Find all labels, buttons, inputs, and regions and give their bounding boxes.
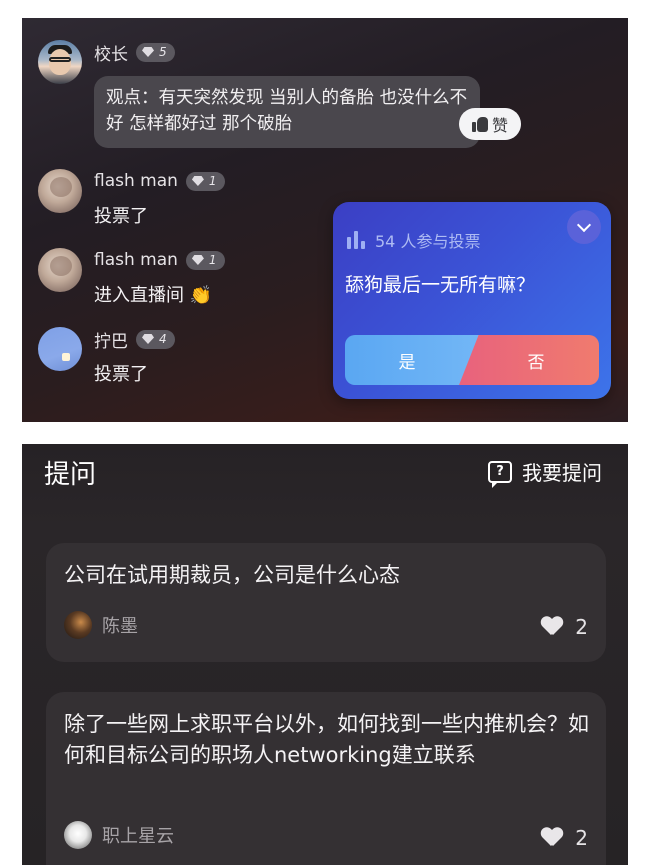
like-count: 2 [575,615,588,639]
vote-card: 54 人参与投票 舔狗最后一无所有嘛？ 是 否 [333,202,611,399]
chat-message: 拧巴 4 投票了 [38,327,318,387]
chat-message: flash man 1 进入直播间 👏 [38,248,318,308]
question-text: 公司在试用期裁员，公司是什么心态 [64,563,400,587]
avatar [64,821,92,849]
vote-participants: 54 人参与投票 [375,232,481,251]
thumbs-up-icon [471,116,488,132]
message-text: 投票了 [94,364,148,385]
vote-question: 舔狗最后一无所有嘛？ [345,274,536,296]
message-bubble: 观点：有天突然发现 当别人的备胎 也没什么不好 怎样都好过 那个破胎 [94,76,480,148]
level-badge: 5 [136,42,175,62]
username[interactable]: flash man [94,171,178,191]
avatar[interactable] [38,169,82,213]
author-name: 职上星云 [102,826,174,847]
like-button[interactable]: 赞 [459,108,521,140]
chat-message: flash man 1 投票了 [38,169,318,229]
ask-question-label: 我要提问 [522,461,602,485]
level-number: 1 [208,174,217,188]
like-label: 赞 [491,116,508,135]
vote-options: 是 否 [345,335,599,385]
page-title: 提问 [44,460,97,490]
avatar [64,611,92,639]
question-text: 除了一些网上求职平台以外，如何找到一些内推机会？如何和目标公司的职场人netwo… [64,712,589,767]
bar-chart-icon [347,231,367,249]
level-badge: 4 [136,329,175,349]
vote-no-button[interactable]: 否 [459,335,599,385]
level-number: 4 [159,332,167,346]
avatar[interactable] [38,248,82,292]
avatar[interactable] [38,40,82,84]
message-text: 观点：有天突然发现 当别人的备胎 也没什么不好 怎样都好过 那个破胎 [106,88,468,134]
question-author: 陈墨 [64,611,138,639]
questions-panel: 提问 ? 我要提问 公司在试用期裁员，公司是什么心态 陈墨 2 除了一些网上求职… [22,444,628,865]
question-author: 职上星云 [64,821,174,849]
level-number: 5 [159,45,167,59]
diamond-icon [142,334,154,344]
heart-icon [541,828,563,848]
level-badge: 1 [185,171,225,191]
question-icon: ? [488,460,512,488]
diamond-icon [191,176,204,186]
author-name: 陈墨 [102,616,138,637]
live-chat-panel: 校长 5 观点：有天突然发现 当别人的备胎 也没什么不好 怎样都好过 那个破胎 … [22,18,628,422]
chevron-down-icon [576,217,592,232]
message-text: 进入直播间 👏 [94,285,213,306]
like-counter[interactable]: 2 [541,615,588,639]
ask-question-button[interactable]: ? 我要提问 [488,457,602,488]
diamond-icon [142,47,154,57]
username[interactable]: flash man [94,250,178,270]
heart-icon [541,617,563,637]
like-counter[interactable]: 2 [541,826,588,850]
diamond-icon [191,255,204,265]
like-count: 2 [575,826,588,850]
collapse-button[interactable] [567,210,601,244]
message-text: 投票了 [94,206,148,227]
level-number: 1 [208,253,217,267]
level-badge: 1 [185,250,225,270]
username[interactable]: 拧巴 [94,327,128,352]
question-card[interactable]: 公司在试用期裁员，公司是什么心态 陈墨 2 [46,543,606,662]
question-card[interactable]: 除了一些网上求职平台以外，如何找到一些内推机会？如何和目标公司的职场人netwo… [46,692,606,865]
avatar[interactable] [38,327,82,371]
username[interactable]: 校长 [94,40,128,65]
